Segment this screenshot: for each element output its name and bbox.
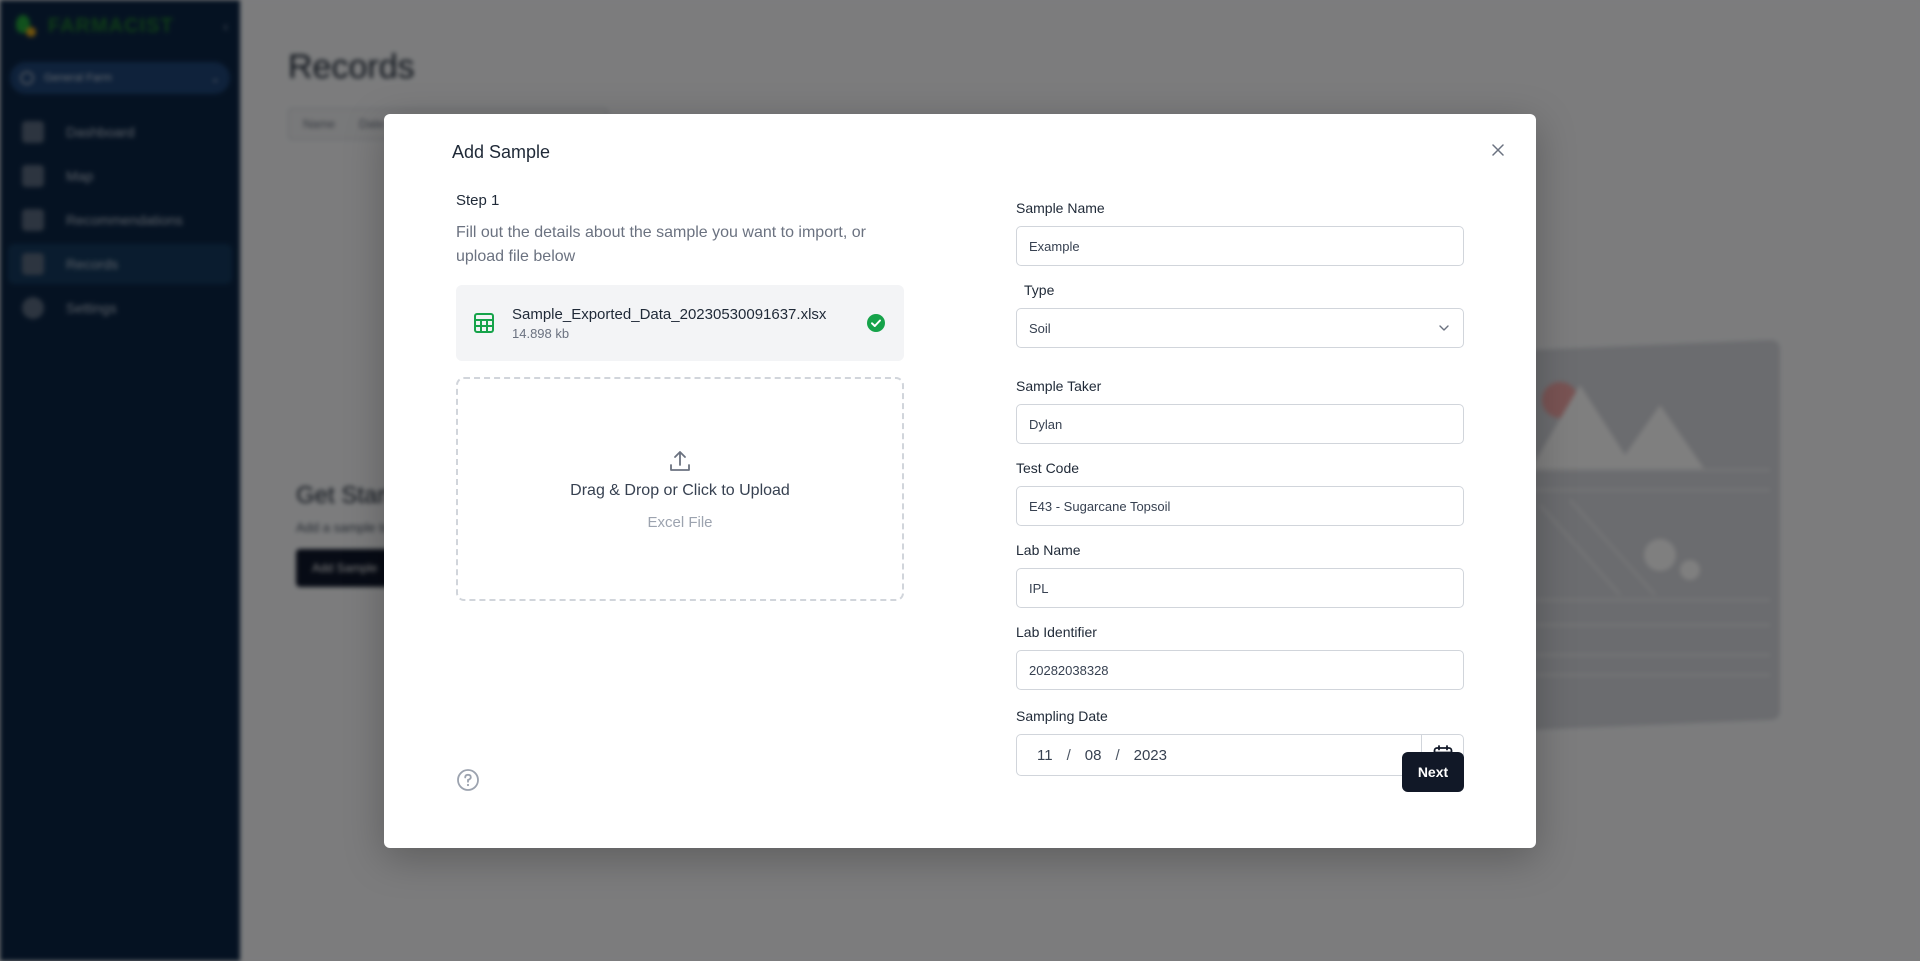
date-separator: / [1115,746,1120,764]
type-label: Type [1024,282,1055,298]
file-name: Sample_Exported_Data_20230530091637.xlsx [512,305,827,323]
sample-name-label: Sample Name [1016,200,1105,216]
close-button[interactable] [1486,138,1510,162]
step-label: Step 1 [456,192,500,209]
date-separator: / [1066,746,1071,764]
close-icon [1492,144,1504,156]
sampling-date-label: Sampling Date [1016,708,1108,724]
date-year-segment[interactable]: 2023 [1134,747,1167,764]
check-circle-icon [867,314,885,332]
file-dropzone[interactable]: Drag & Drop or Click to Upload Excel Fil… [456,377,904,601]
type-select[interactable]: Soil [1016,308,1464,348]
uploaded-file-card[interactable]: Sample_Exported_Data_20230530091637.xlsx… [456,285,904,361]
upload-icon [670,450,690,471]
sample-taker-field[interactable] [1016,404,1464,444]
dropzone-title: Drag & Drop or Click to Upload [570,481,790,499]
lab-identifier-label: Lab Identifier [1016,624,1097,640]
date-day-segment[interactable]: 11 [1037,747,1053,764]
lab-name-field[interactable] [1016,568,1464,608]
next-button[interactable]: Next [1402,752,1464,792]
test-code-field[interactable] [1016,486,1464,526]
sampling-date-field: 11 / 08 / 2023 [1016,734,1464,776]
sample-taker-input[interactable] [1029,416,1451,432]
sample-form: Sample Name Type Soil Sample Taker Test … [1016,198,1464,792]
step-description: Fill out the details about the sample yo… [456,224,866,265]
lab-identifier-input[interactable] [1029,662,1451,678]
help-circle-icon[interactable] [456,768,480,792]
spreadsheet-icon [474,313,494,333]
lab-name-input[interactable] [1029,580,1451,596]
sample-name-field[interactable] [1016,226,1464,266]
lab-identifier-field[interactable] [1016,650,1464,690]
sample-taker-label: Sample Taker [1016,378,1102,394]
date-month-segment[interactable]: 08 [1085,747,1102,764]
upload-section: Step 1 Fill out the details about the sa… [456,192,904,601]
chevron-down-icon [1439,325,1449,331]
modal-title: Add Sample [452,142,551,162]
lab-name-label: Lab Name [1016,542,1081,558]
add-sample-modal: Add Sample Step 1 Fill out the details a… [384,114,1536,848]
type-selected-value: Soil [1029,320,1051,336]
test-code-label: Test Code [1016,460,1080,476]
dropzone-subtitle: Excel File [647,513,713,531]
file-size: 14.898 kb [512,325,570,341]
sample-name-input[interactable] [1029,238,1451,254]
test-code-input[interactable] [1029,498,1451,514]
